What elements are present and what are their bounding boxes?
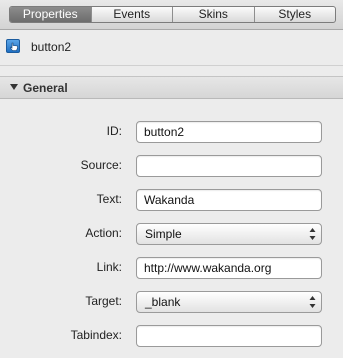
- select-arrows-icon: [309, 228, 316, 240]
- action-select[interactable]: Simple: [136, 223, 322, 245]
- select-arrows-icon: [309, 296, 316, 308]
- tab-events[interactable]: Events: [90, 7, 173, 22]
- text-field[interactable]: [136, 189, 322, 211]
- tab-properties[interactable]: Properties: [10, 7, 91, 22]
- target-select[interactable]: _blank: [136, 291, 322, 313]
- source-label: Source:: [80, 158, 122, 172]
- link-row: Link:: [0, 257, 343, 279]
- id-row: ID:: [0, 121, 343, 143]
- tabindex-field[interactable]: [136, 325, 322, 347]
- tabindex-row: Tabindex:: [0, 325, 343, 347]
- section-general-header[interactable]: General: [0, 76, 343, 99]
- general-properties-form: ID: Source: Text: Action: Simple Link: T…: [0, 99, 343, 358]
- text-row: Text:: [0, 189, 343, 211]
- selected-element-row: button2: [0, 30, 343, 66]
- tab-styles[interactable]: Styles: [253, 7, 336, 22]
- link-field[interactable]: [136, 257, 322, 279]
- target-label: Target:: [85, 294, 122, 308]
- target-row: Target: _blank: [0, 291, 343, 313]
- button-widget-icon: [6, 39, 20, 53]
- action-select-value: Simple: [145, 227, 182, 241]
- element-name: button2: [31, 40, 72, 54]
- source-field[interactable]: [136, 155, 322, 177]
- target-select-value: _blank: [145, 295, 181, 309]
- tab-bar: Properties Events Skins Styles: [0, 0, 343, 30]
- id-field[interactable]: [136, 121, 322, 143]
- tab-group: Properties Events Skins Styles: [9, 6, 336, 23]
- section-title: General: [23, 81, 68, 95]
- tabindex-label: Tabindex:: [70, 328, 122, 342]
- source-row: Source:: [0, 155, 343, 177]
- disclosure-triangle-icon[interactable]: [10, 84, 18, 90]
- action-label: Action:: [85, 226, 122, 240]
- action-row: Action: Simple: [0, 223, 343, 245]
- link-label: Link:: [96, 260, 122, 274]
- id-label: ID:: [106, 124, 122, 138]
- text-label: Text:: [96, 192, 122, 206]
- tab-skins[interactable]: Skins: [172, 7, 254, 22]
